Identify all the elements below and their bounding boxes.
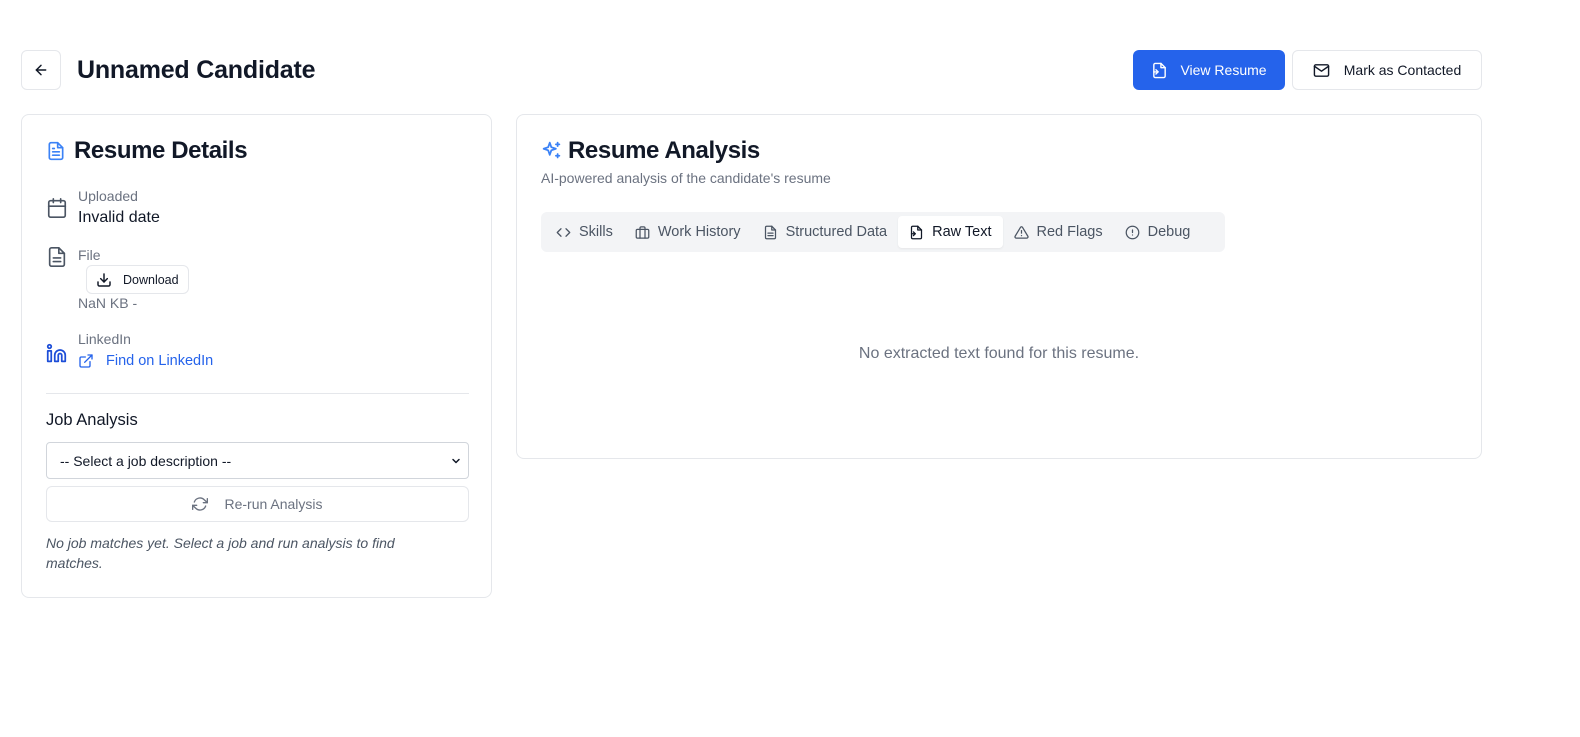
chevron-down-icon [450, 455, 462, 467]
tab-structured-data[interactable]: Structured Data [752, 216, 899, 248]
tab-red-flags[interactable]: Red Flags [1003, 216, 1114, 248]
find-on-linkedin-label: Find on LinkedIn [106, 353, 214, 369]
rerun-analysis-label: Re-run Analysis [224, 496, 323, 512]
refresh-icon [192, 496, 209, 512]
tab-raw-text[interactable]: Raw Text [898, 216, 1003, 248]
resume-analysis-subtitle: AI-powered analysis of the candidate's r… [541, 170, 831, 186]
back-button[interactable] [21, 50, 61, 90]
no-job-matches-text: No job matches yet. Select a job and run… [46, 535, 395, 571]
empty-state-message: No extracted text found for this resume. [858, 345, 1140, 362]
file-icon [909, 225, 924, 240]
find-on-linkedin-link[interactable]: Find on LinkedIn [78, 353, 213, 369]
linkedin-label: LinkedIn [78, 331, 131, 347]
resume-analysis-title: Resume Analysis [568, 137, 760, 164]
file-label: File [78, 247, 101, 263]
file-text-icon [46, 140, 66, 162]
code-icon [556, 225, 571, 240]
linkedin-icon [46, 343, 68, 365]
tab-label: Skills [579, 224, 613, 240]
tab-skills[interactable]: Skills [545, 216, 624, 248]
job-analysis-title: Job Analysis [46, 411, 138, 429]
mail-icon [1313, 62, 1330, 79]
external-link-icon [78, 353, 94, 369]
file-meta: NaN KB - [78, 295, 138, 311]
uploaded-value: Invalid date [78, 209, 160, 226]
divider [46, 393, 469, 394]
uploaded-label: Uploaded [78, 188, 138, 204]
alert-triangle-icon [1013, 225, 1029, 240]
sparkles-icon [541, 140, 562, 161]
rerun-analysis-button[interactable]: Re-run Analysis [46, 486, 469, 522]
analysis-tabs: Skills Work History Structured Data Raw … [541, 212, 1225, 252]
tab-label: Structured Data [785, 224, 888, 240]
tab-work-history[interactable]: Work History [624, 216, 752, 248]
file-text-icon [763, 225, 778, 240]
page-title: Unnamed Candidate [77, 56, 316, 84]
view-resume-button[interactable]: View Resume [1133, 50, 1285, 90]
briefcase-icon [635, 225, 650, 240]
download-button[interactable]: Download [86, 265, 189, 294]
download-label: Download [123, 272, 179, 287]
file-icon [46, 246, 68, 268]
resume-details-title: Resume Details [74, 137, 248, 164]
job-select-value: -- Select a job description -- [60, 452, 232, 469]
tab-debug[interactable]: Debug [1114, 216, 1202, 248]
calendar-icon [46, 197, 68, 219]
tab-label: Work History [657, 224, 741, 240]
arrow-left-icon [33, 62, 49, 78]
tab-label: Raw Text [932, 224, 992, 240]
tab-label: Red Flags [1036, 224, 1103, 240]
job-description-select[interactable]: -- Select a job description -- [46, 442, 469, 479]
tab-label: Debug [1147, 224, 1191, 240]
view-resume-label: View Resume [1180, 62, 1267, 78]
file-icon [1151, 62, 1168, 79]
mark-contacted-label: Mark as Contacted [1343, 62, 1462, 78]
resume-details-card: Resume Details Uploaded Invalid date Fil… [21, 114, 492, 598]
resume-analysis-card: Resume Analysis AI-powered analysis of t… [516, 114, 1482, 459]
alert-circle-icon [1125, 225, 1140, 240]
download-icon [96, 272, 112, 288]
mark-contacted-button[interactable]: Mark as Contacted [1292, 50, 1482, 90]
